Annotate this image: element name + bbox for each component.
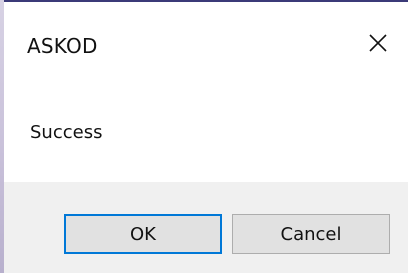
close-icon <box>368 33 388 53</box>
close-button[interactable] <box>360 26 396 60</box>
title-bar[interactable]: ASKOD <box>4 2 408 92</box>
cancel-button[interactable]: Cancel <box>232 214 390 254</box>
dialog-message: Success <box>30 122 103 143</box>
message-dialog: ASKOD Success OK Cancel <box>4 2 408 273</box>
dialog-title: ASKOD <box>27 34 98 58</box>
button-bar: OK Cancel <box>4 182 408 273</box>
ok-button[interactable]: OK <box>64 214 222 254</box>
